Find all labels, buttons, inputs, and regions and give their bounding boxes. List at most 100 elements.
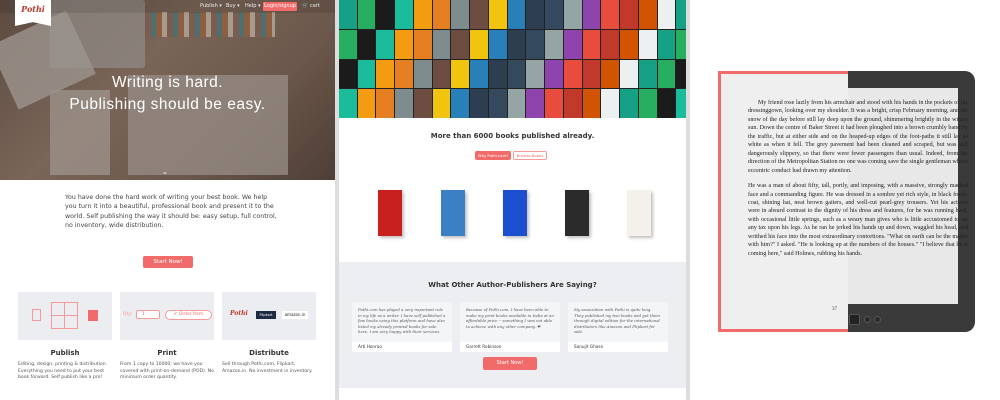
- book-cover-thumbnail[interactable]: [545, 0, 563, 29]
- book-cover-thumbnail[interactable]: [488, 59, 507, 89]
- book-cover-thumbnail[interactable]: [451, 29, 470, 59]
- book-cover-thumbnail[interactable]: [470, 89, 488, 118]
- book-cover-thumbnail[interactable]: [395, 59, 413, 89]
- start-now-button[interactable]: Start Now!: [143, 256, 193, 268]
- nav-publish[interactable]: Publish ▾: [200, 3, 222, 9]
- scroll-down-chevron-icon[interactable]: ⌄: [162, 168, 168, 176]
- login-signup-button[interactable]: Login/signup: [263, 2, 297, 11]
- ereader-home-button[interactable]: [849, 314, 860, 325]
- book-cover-thumbnail[interactable]: [376, 89, 395, 118]
- book-cover-thumbnail[interactable]: [432, 89, 451, 118]
- cart-icon[interactable]: 🛒: [302, 3, 308, 9]
- book-cover-thumbnail[interactable]: [395, 89, 413, 118]
- book-cover-thumbnail[interactable]: [413, 29, 432, 59]
- book-cover-thumbnail[interactable]: [376, 29, 395, 59]
- book-cover-thumbnail[interactable]: [526, 0, 545, 29]
- book-cover-thumbnail[interactable]: [526, 59, 545, 89]
- book-cover-thumbnail[interactable]: [657, 59, 676, 89]
- why-pothi-button[interactable]: Why Pothi.com?: [475, 151, 511, 160]
- book-cover-thumbnail[interactable]: [507, 0, 526, 29]
- book-cover-thumbnail[interactable]: [582, 0, 601, 29]
- book-cover-thumbnail[interactable]: [488, 29, 507, 59]
- book-cover-thumbnail[interactable]: [507, 89, 526, 118]
- featured-book[interactable]: [565, 190, 589, 236]
- book-cover-thumbnail[interactable]: [339, 59, 357, 89]
- book-cover-thumbnail[interactable]: [601, 89, 620, 118]
- featured-book[interactable]: [441, 190, 465, 236]
- book-cover-thumbnail[interactable]: [638, 59, 657, 89]
- book-cover-thumbnail[interactable]: [601, 59, 620, 89]
- featured-book[interactable]: [627, 190, 651, 236]
- book-cover-thumbnail[interactable]: [526, 29, 545, 59]
- book-cover-thumbnail[interactable]: [451, 89, 470, 118]
- book-cover-thumbnail[interactable]: [620, 59, 638, 89]
- book-cover-thumbnail[interactable]: [413, 89, 432, 118]
- book-cover-thumbnail[interactable]: [357, 89, 376, 118]
- testimonial-card: Pothi.com has played a very important ro…: [352, 302, 452, 352]
- browse-books-button[interactable]: Browse Books: [513, 151, 547, 160]
- book-cover-thumbnail[interactable]: [488, 0, 507, 29]
- nav-help[interactable]: Help ▾: [245, 3, 261, 9]
- book-cover-thumbnail[interactable]: [357, 0, 376, 29]
- ereader-page-button[interactable]: [864, 316, 871, 323]
- book-cover-thumbnail[interactable]: [339, 29, 357, 59]
- start-now-button[interactable]: Start Now!: [483, 357, 537, 370]
- book-cover-thumbnail[interactable]: [470, 59, 488, 89]
- book-cover-thumbnail[interactable]: [357, 29, 376, 59]
- book-cover-thumbnail[interactable]: [451, 0, 470, 29]
- book-cover-thumbnail[interactable]: [657, 29, 676, 59]
- book-cover-thumbnail[interactable]: [357, 59, 376, 89]
- book-cover-thumbnail[interactable]: [376, 59, 395, 89]
- book-cover-thumbnail[interactable]: [507, 29, 526, 59]
- book-cover-thumbnail[interactable]: [601, 29, 620, 59]
- book-cover-thumbnail[interactable]: [582, 89, 601, 118]
- book-cover-thumbnail[interactable]: [376, 0, 395, 29]
- book-cover-thumbnail[interactable]: [563, 0, 582, 29]
- book-cover-thumbnail[interactable]: [582, 29, 601, 59]
- book-cover-thumbnail[interactable]: [620, 29, 638, 59]
- featured-book[interactable]: [503, 190, 527, 236]
- book-cover-thumbnail[interactable]: [620, 89, 638, 118]
- book-cover-thumbnail[interactable]: [526, 89, 545, 118]
- pothi-logo[interactable]: Pothi: [15, 0, 51, 26]
- order-item-button[interactable]: ✔ Order Item: [165, 310, 212, 320]
- featured-book[interactable]: [378, 190, 402, 236]
- book-cover-thumbnail[interactable]: [413, 59, 432, 89]
- qty-select[interactable]: 1: [136, 310, 160, 319]
- book-cover-thumbnail[interactable]: [507, 59, 526, 89]
- book-cover-thumbnail[interactable]: [638, 29, 657, 59]
- book-cover-thumbnail[interactable]: [563, 59, 582, 89]
- book-cover-thumbnail[interactable]: [638, 89, 657, 118]
- nav-buy[interactable]: Buy ▾: [226, 3, 240, 9]
- book-cover-thumbnail[interactable]: [676, 0, 686, 29]
- book-cover-thumbnail[interactable]: [638, 0, 657, 29]
- book-cover-thumbnail[interactable]: [582, 59, 601, 89]
- book-cover-thumbnail[interactable]: [451, 59, 470, 89]
- book-cover-thumbnail[interactable]: [339, 0, 357, 29]
- book-cover-thumbnail[interactable]: [620, 0, 638, 29]
- book-cover-thumbnail[interactable]: [676, 59, 686, 89]
- book-cover-thumbnail[interactable]: [470, 0, 488, 29]
- book-cover-thumbnail[interactable]: [470, 29, 488, 59]
- book-cover-thumbnail[interactable]: [676, 89, 686, 118]
- book-cover-thumbnail[interactable]: [395, 29, 413, 59]
- book-cover-thumbnail[interactable]: [432, 0, 451, 29]
- book-cover-thumbnail[interactable]: [676, 29, 686, 59]
- book-cover-thumbnail[interactable]: [657, 0, 676, 29]
- book-cover-thumbnail[interactable]: [545, 59, 563, 89]
- book-cover-thumbnail[interactable]: [563, 89, 582, 118]
- book-cover-thumbnail[interactable]: [601, 0, 620, 29]
- book-cover-thumbnail[interactable]: [545, 29, 563, 59]
- book-cover-thumbnail[interactable]: [657, 89, 676, 118]
- book-cover-thumbnail[interactable]: [432, 29, 451, 59]
- book-cover-thumbnail[interactable]: [563, 29, 582, 59]
- book-cover-thumbnail[interactable]: [432, 59, 451, 89]
- book-cover-thumbnail[interactable]: [488, 89, 507, 118]
- nav-cart[interactable]: cart: [310, 3, 320, 9]
- ereader-page-button[interactable]: [874, 316, 881, 323]
- book-cover-thumbnail[interactable]: [545, 89, 563, 118]
- feature-desc: Editing, design, printing & distribution…: [18, 362, 108, 381]
- book-cover-thumbnail[interactable]: [395, 0, 413, 29]
- book-cover-thumbnail[interactable]: [339, 89, 357, 118]
- book-cover-thumbnail[interactable]: [413, 0, 432, 29]
